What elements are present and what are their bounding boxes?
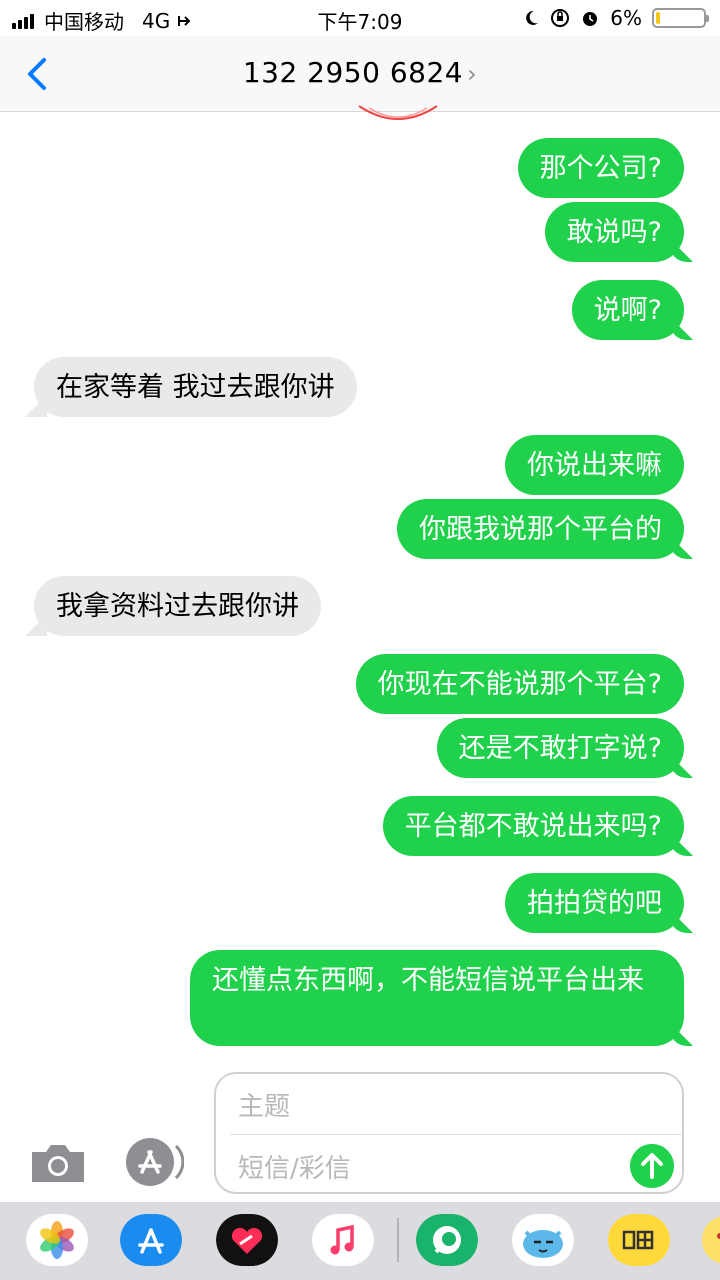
drawer-divider [397, 1218, 399, 1262]
app-store-app-icon[interactable] [120, 1214, 182, 1266]
alarm-clock-icon [583, 12, 598, 26]
battery-percent: 6% [610, 6, 642, 30]
message-input[interactable]: 短信/彩信 [238, 1148, 351, 1185]
message-bubble-outgoing[interactable]: 平台都不敢说出来吗? [382, 796, 684, 856]
status-bar: 中国移动 4G 下午7:09 6% [0, 0, 720, 36]
xianyu-app-icon[interactable] [608, 1214, 670, 1266]
send-arrow-icon[interactable] [630, 1144, 674, 1188]
conversation-header: 132 2950 6824 › [0, 36, 720, 112]
message-bubble-outgoing[interactable]: 敢说吗? [544, 202, 684, 262]
contact-number[interactable]: 132 2950 6824 [243, 56, 463, 89]
do-not-disturb-moon-icon [526, 10, 539, 25]
blue-monster-app-icon[interactable] [512, 1214, 574, 1266]
app-store-icon[interactable] [122, 1138, 184, 1186]
battery-icon [652, 8, 709, 28]
message-bubble-outgoing[interactable]: 那个公司? [517, 138, 684, 198]
message-bubble-outgoing[interactable]: 说啊? [571, 280, 684, 340]
message-bubble-incoming[interactable]: 在家等着 我过去跟你讲 [34, 357, 357, 417]
message-bubble-incoming[interactable]: 我拿资料过去跟你讲 [34, 576, 321, 636]
rotation-lock-icon [551, 9, 570, 27]
emoji-app-icon[interactable] [700, 1214, 720, 1266]
music-app-icon[interactable] [312, 1214, 374, 1266]
message-bubble-outgoing[interactable]: 你跟我说那个平台的 [397, 499, 684, 559]
app-drawer [0, 1202, 720, 1280]
chevron-right-icon[interactable]: › [467, 60, 477, 88]
digital-touch-app-icon[interactable] [216, 1214, 278, 1266]
photos-app-icon[interactable] [26, 1214, 88, 1266]
red-stamp-fragment [358, 105, 438, 120]
contact-title[interactable]: 132 2950 6824 › [0, 56, 720, 89]
message-bubble-outgoing[interactable]: 还懂点东西啊，不能短信说平台出来 [190, 950, 684, 1046]
message-bubble-outgoing[interactable]: 拍拍贷的吧 [505, 873, 684, 933]
subject-field[interactable]: 主题 [238, 1086, 290, 1123]
camera-icon[interactable] [28, 1138, 88, 1186]
compose-box[interactable]: 主题 短信/彩信 [214, 1072, 684, 1194]
message-bubble-outgoing[interactable]: 你说出来嘛 [505, 435, 684, 495]
message-bubble-outgoing[interactable]: 你现在不能说那个平台? [355, 654, 684, 714]
green-chat-app-icon[interactable] [416, 1214, 478, 1266]
compose-divider [230, 1134, 682, 1135]
message-bubble-outgoing[interactable]: 还是不敢打字说? [436, 718, 684, 778]
